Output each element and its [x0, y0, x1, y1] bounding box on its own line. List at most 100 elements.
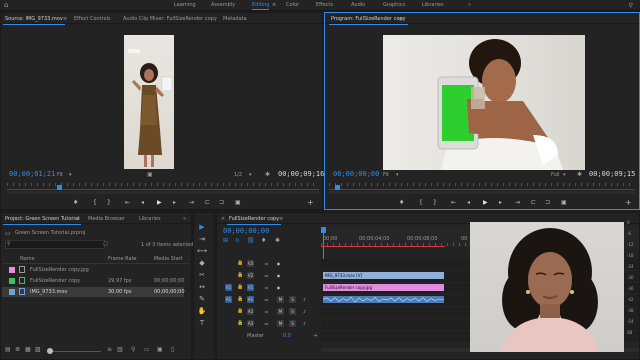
list-view-icon[interactable]: ≣: [15, 346, 20, 353]
razor-tool-icon[interactable]: ◆: [197, 258, 207, 268]
label-color-swatch[interactable]: [9, 289, 15, 295]
project-search-input[interactable]: [5, 240, 105, 249]
zoom-slider-handle[interactable]: [47, 348, 53, 354]
track-label[interactable]: A2: [247, 308, 254, 315]
source-ratio-select[interactable]: 1/2: [234, 172, 242, 178]
go-to-in-icon[interactable]: ⇤: [451, 199, 456, 206]
column-name[interactable]: Name: [20, 256, 35, 262]
source-patch-v1[interactable]: V1: [225, 284, 232, 291]
workspace-assembly[interactable]: Assembly: [211, 2, 235, 8]
workspace-libraries[interactable]: Libraries: [422, 2, 444, 8]
step-forward-icon[interactable]: ▸: [499, 199, 502, 206]
mute-button[interactable]: M: [277, 296, 284, 303]
tab-media-browser[interactable]: Media Browser: [88, 216, 125, 222]
workspace-overflow-icon[interactable]: »: [468, 2, 471, 8]
automate-icon[interactable]: ▥: [117, 346, 123, 353]
wrench-icon[interactable]: ✱: [265, 171, 270, 178]
work-area-bar[interactable]: [321, 246, 445, 247]
workspace-audio[interactable]: Audio: [351, 2, 365, 8]
source-fit-select[interactable]: Fit: [57, 172, 63, 178]
freeform-view-icon[interactable]: ▧: [35, 346, 41, 353]
microphone-icon[interactable]: ♪: [301, 320, 308, 327]
new-item-icon[interactable]: ▣: [157, 346, 163, 353]
tab-sequence[interactable]: FullSizeRender copy: [226, 216, 282, 225]
workspace-graphics[interactable]: Graphics: [383, 2, 405, 8]
lock-icon[interactable]: 🔒: [237, 260, 244, 267]
tab-program[interactable]: Program: FullSizeRender copy: [329, 16, 408, 25]
step-forward-icon[interactable]: ▸: [173, 199, 176, 206]
eye-icon[interactable]: ◉: [275, 272, 282, 279]
track-label[interactable]: A1: [247, 296, 254, 303]
chevron-down-icon[interactable]: ▾: [249, 172, 252, 178]
source-playhead[interactable]: [57, 185, 62, 190]
export-frame-icon[interactable]: ▣: [561, 199, 567, 206]
lock-icon[interactable]: 🔒: [237, 296, 244, 303]
master-volume[interactable]: 0.0: [283, 333, 291, 339]
play-icon[interactable]: ▶: [483, 199, 488, 206]
mark-out-icon[interactable]: }: [433, 199, 437, 206]
slide-tool-icon[interactable]: ↔: [197, 282, 207, 292]
sort-icon[interactable]: ≡: [107, 346, 112, 353]
tab-metadata[interactable]: Metadata: [223, 16, 247, 22]
linked-selection-icon[interactable]: ⛓: [247, 237, 255, 244]
wrench-icon[interactable]: ✱: [577, 171, 582, 178]
label-color-swatch[interactable]: [9, 267, 15, 273]
add-button[interactable]: +: [307, 198, 314, 207]
source-menu-icon[interactable]: ≡: [63, 16, 67, 22]
lock-icon[interactable]: 🔒: [237, 308, 244, 315]
add-marker-icon[interactable]: ♦: [261, 237, 266, 244]
play-icon[interactable]: ▶: [157, 199, 162, 206]
source-zoom-bar[interactable]: [7, 191, 319, 194]
list-item[interactable]: FullSizeRender copy 29.97 fps 00;00;00;0…: [2, 276, 185, 286]
zoom-slider[interactable]: [47, 351, 101, 352]
lock-icon[interactable]: 🔒: [237, 272, 244, 279]
program-fit-select[interactable]: Fit: [383, 172, 389, 178]
program-menu-icon[interactable]: ≡: [399, 16, 403, 22]
eye-icon[interactable]: ◉: [275, 260, 282, 267]
program-zoom-bar[interactable]: [329, 191, 635, 194]
sync-lock-icon[interactable]: ▭: [263, 296, 270, 303]
mute-button[interactable]: M: [277, 320, 284, 327]
workspace-editing[interactable]: Editing: [252, 2, 270, 10]
tab-project[interactable]: Project: Green Screen Tutorial: [2, 216, 82, 225]
timeline-menu-icon[interactable]: ≡: [279, 216, 283, 222]
lock-icon[interactable]: 🔒: [237, 284, 244, 291]
sync-lock-icon[interactable]: ▭: [263, 320, 270, 327]
chevron-down-icon[interactable]: ▾: [563, 172, 566, 178]
program-quality-select[interactable]: Full: [551, 172, 560, 178]
program-scrub-bar[interactable]: [329, 189, 635, 190]
lock-icon[interactable]: 🔒: [237, 320, 244, 327]
timeline-timecode[interactable]: 00;00;00;00: [223, 227, 269, 235]
step-back-icon[interactable]: ◂: [467, 199, 470, 206]
label-color-swatch[interactable]: [9, 278, 15, 284]
microphone-icon[interactable]: ♪: [301, 296, 308, 303]
tab-audio-clip-mixer[interactable]: Audio Clip Mixer: FullSizeRender copy: [123, 16, 217, 22]
sync-lock-icon[interactable]: ▭: [263, 284, 270, 291]
track-select-tool-icon[interactable]: ⇥: [197, 234, 207, 244]
list-item[interactable]: FullSizeRender copy.jpg: [2, 265, 184, 275]
icon-view-icon[interactable]: ▦: [25, 346, 31, 353]
workspace-color[interactable]: Color: [286, 2, 299, 8]
go-to-end-icon[interactable]: ⇥: [313, 333, 317, 339]
mark-in-icon[interactable]: {: [93, 199, 97, 206]
program-time-ruler[interactable]: [329, 183, 635, 186]
insert-icon[interactable]: ⊏: [205, 199, 210, 206]
mark-in-icon[interactable]: {: [419, 199, 423, 206]
program-timecode[interactable]: 00;00;00;00: [333, 170, 379, 178]
search-icon[interactable]: ⚲: [629, 2, 633, 9]
go-to-in-icon[interactable]: ⇤: [125, 199, 130, 206]
add-button[interactable]: +: [625, 198, 632, 207]
slip-tool-icon[interactable]: ✂: [197, 270, 207, 280]
microphone-icon[interactable]: ♪: [301, 308, 308, 315]
list-item-selected[interactable]: IMG_9733.mov 30.00 fps 00;00;00;00: [2, 287, 185, 297]
new-bin-icon[interactable]: ▭: [144, 346, 150, 353]
step-back-icon[interactable]: ◂: [141, 199, 144, 206]
source-time-ruler[interactable]: [7, 183, 319, 186]
source-patch-a1[interactable]: A1: [225, 296, 232, 303]
home-icon[interactable]: ⌂: [4, 2, 11, 9]
selection-tool-icon[interactable]: ▶: [197, 222, 207, 232]
extract-icon[interactable]: ⊐: [545, 199, 550, 206]
panel-overflow-icon[interactable]: »: [183, 216, 186, 222]
lock-icon[interactable]: ▤: [5, 346, 11, 353]
sync-lock-icon[interactable]: ▭: [263, 260, 270, 267]
